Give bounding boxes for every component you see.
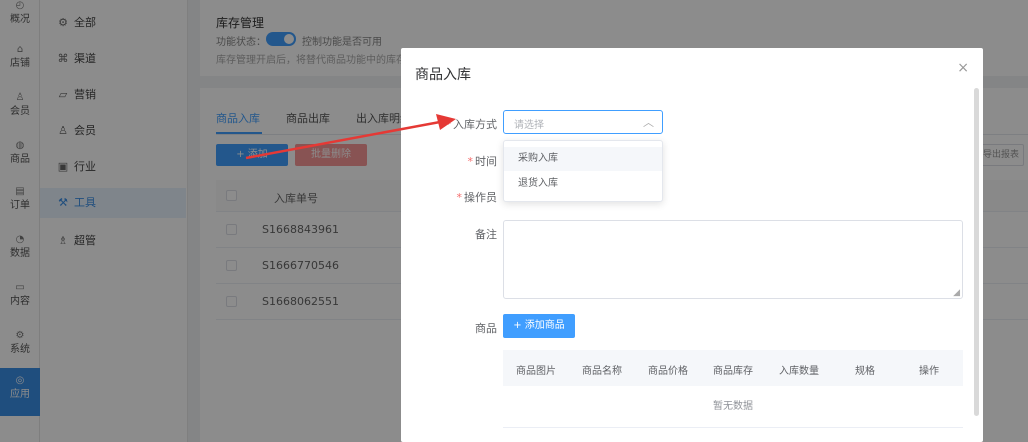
remark-textarea[interactable]: ◢ [503, 220, 963, 299]
dialog-title: 商品入库 [415, 67, 471, 83]
option-return-in[interactable]: 退货入库 [504, 172, 662, 196]
dialog-scrollbar[interactable] [974, 88, 979, 416]
goods-label: 商品 [475, 322, 497, 335]
time-label: * 时间 [467, 155, 498, 168]
col-stock-in-qty: 入库数量 [779, 366, 819, 377]
col-spec: 规格 [855, 366, 875, 377]
operator-label: * 操作员 [456, 191, 498, 204]
add-goods-button[interactable]: + 添加商品 [503, 314, 575, 338]
option-purchase-in[interactable]: 采购入库 [504, 147, 662, 171]
col-goods-price: 商品价格 [648, 366, 688, 377]
goods-table-header: 商品图片 商品名称 商品价格 商品库存 入库数量 规格 操作 [503, 350, 963, 386]
col-goods-image: 商品图片 [516, 366, 556, 377]
stock-in-dialog: 商品入库 × * 入库方式 请选择 ︿ * 时间 * 操作员 采购入库 退货入库 备注… [401, 48, 983, 442]
col-goods-name: 商品名称 [582, 366, 622, 377]
close-icon[interactable]: × [957, 60, 969, 76]
select-placeholder: 请选择 [514, 120, 544, 131]
col-actions: 操作 [919, 366, 939, 377]
resize-grip-icon[interactable]: ◢ [953, 288, 960, 298]
remark-label: 备注 [475, 228, 497, 241]
col-goods-stock: 商品库存 [713, 366, 753, 377]
method-dropdown: 采购入库 退货入库 [503, 140, 663, 202]
empty-state: 暂无数据 [503, 386, 963, 428]
chevron-up-icon: ︿ [643, 116, 654, 129]
method-select[interactable]: 请选择 ︿ [503, 110, 663, 134]
method-label: * 入库方式 [445, 118, 498, 131]
